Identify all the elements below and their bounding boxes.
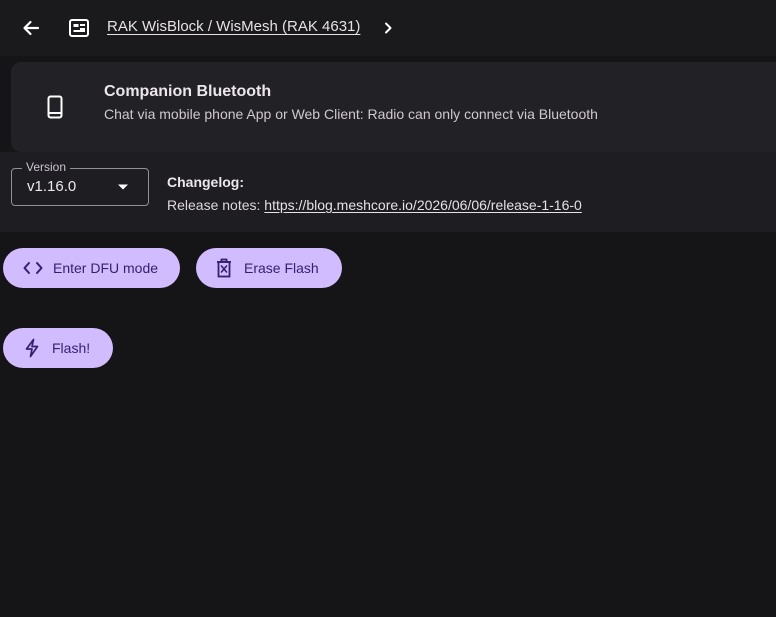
erase-flash-button[interactable]: Erase Flash	[196, 248, 342, 288]
arrow-left-icon	[23, 20, 40, 36]
changelog-title: Changelog:	[167, 174, 244, 190]
version-field-label: Version	[22, 160, 71, 174]
version-selected-value: v1.16.0	[27, 178, 77, 195]
enter-dfu-mode-button[interactable]: Enter DFU mode	[3, 248, 180, 288]
lightning-bolt-icon	[22, 338, 42, 358]
erase-flash-label: Erase Flash	[244, 260, 319, 276]
device-board-icon	[66, 15, 92, 41]
release-notes: Release notes: https://blog.meshcore.io/…	[167, 197, 582, 213]
firmware-title: Companion Bluetooth	[104, 83, 272, 100]
breadcrumb-device-link[interactable]: RAK WisBlock / WisMesh (RAK 4631)	[107, 18, 360, 35]
firmware-description: Chat via mobile phone App or Web Client:…	[104, 106, 598, 122]
breadcrumb-next-button[interactable]	[376, 16, 400, 40]
release-notes-prefix: Release notes:	[167, 197, 265, 213]
enter-dfu-mode-label: Enter DFU mode	[53, 260, 159, 276]
flash-button[interactable]: Flash!	[3, 328, 113, 368]
smartphone-icon	[44, 94, 66, 120]
back-button[interactable]	[17, 14, 45, 42]
flash-label: Flash!	[52, 340, 91, 356]
release-notes-link[interactable]: https://blog.meshcore.io/2026/06/06/rele…	[264, 197, 582, 213]
code-brackets-icon	[23, 258, 43, 278]
delete-icon	[214, 258, 234, 278]
dropdown-arrow-icon	[118, 184, 128, 190]
chevron-right-icon	[385, 22, 392, 34]
